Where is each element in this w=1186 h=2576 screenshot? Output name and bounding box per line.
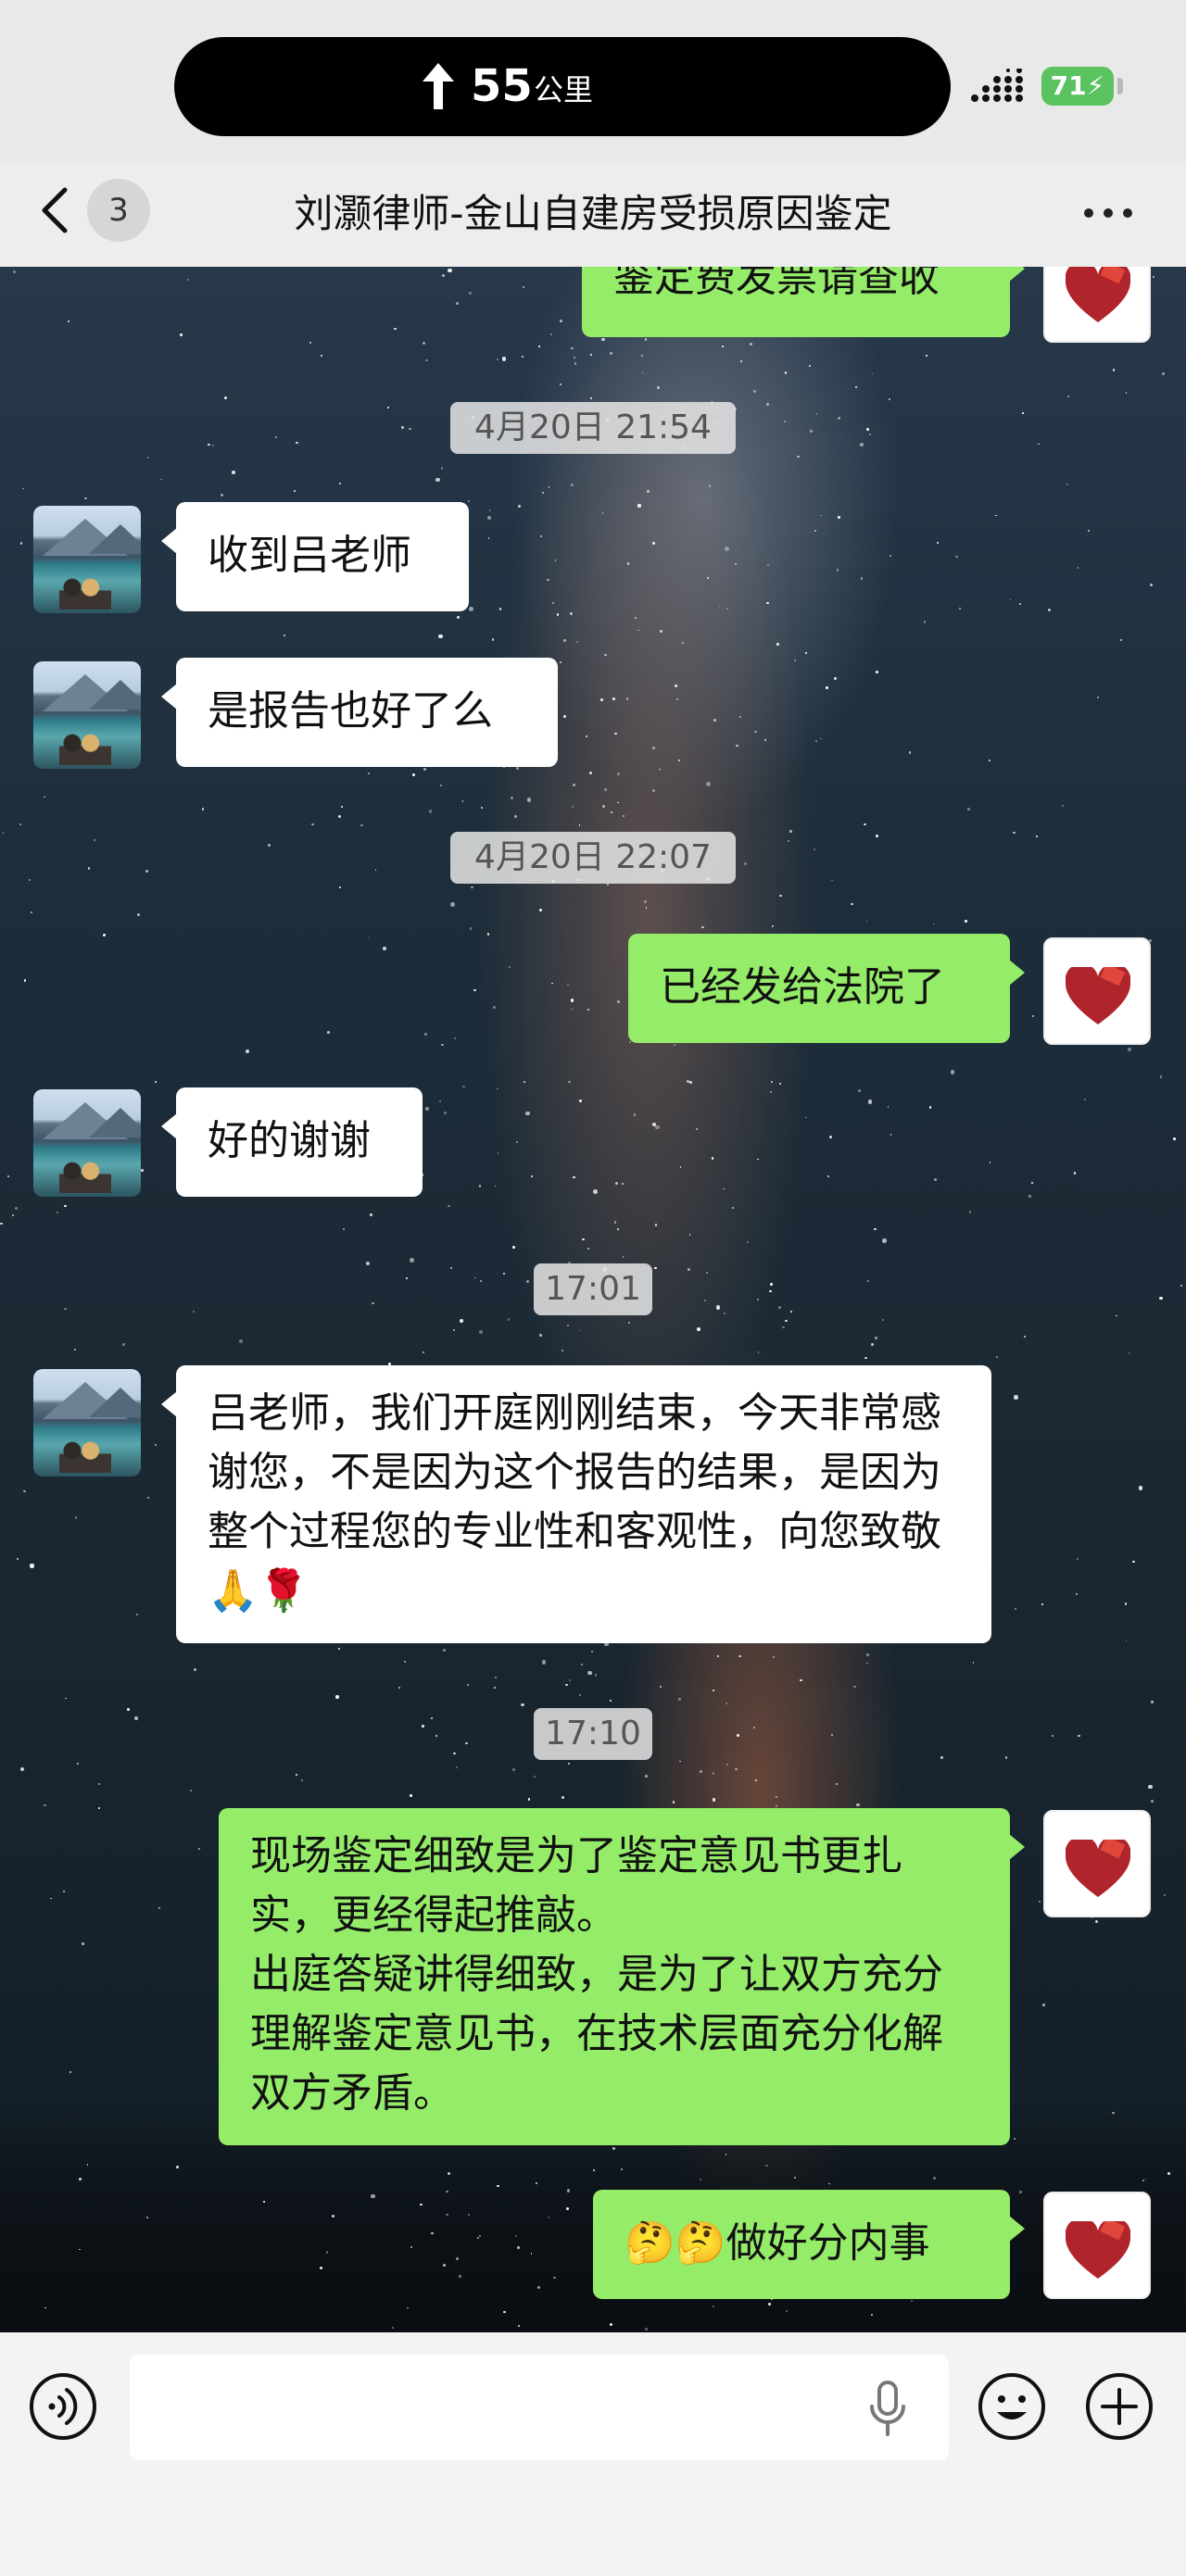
message-bubble-incoming[interactable]: 好的谢谢 [161,1087,423,1197]
message-bubble-incoming[interactable]: 是报告也好了么 [161,658,558,767]
message-text: 现场鉴定细致是为了鉴定意见书更扎实，更经得起推敲。 出庭答疑讲得细致，是为了让双… [250,1832,943,2117]
message-bubble-outgoing[interactable]: 已经发给法院了 [628,934,1025,1043]
avatar[interactable] [1043,267,1151,343]
avatar[interactable] [33,1089,141,1197]
avatar[interactable] [1043,1810,1151,1917]
avatar[interactable] [33,1369,141,1476]
chat-header: 3 刘灏律师-金山自建房受损原因鉴定 [0,162,1186,267]
voice-icon[interactable] [28,2371,98,2442]
avatar[interactable] [33,661,141,769]
status-bar: 55 公里 71⚡ [0,0,1186,162]
more-dots-icon[interactable] [1080,194,1136,231]
message-text: 是报告也好了么 [208,687,493,735]
message-bubble-outgoing[interactable]: 鉴定费发票请查收 [582,267,1025,337]
heart-avatar-icon [1066,1840,1130,1897]
plus-icon[interactable] [1084,2371,1154,2442]
dynamic-island[interactable]: 55 公里 [174,37,951,136]
charging-bolt-icon: ⚡ [1086,70,1105,101]
avatar[interactable] [33,506,141,613]
timestamp: 17:01 [534,1263,652,1315]
avatar[interactable] [1043,2192,1151,2299]
avatar[interactable] [1043,937,1151,1045]
battery-icon: 71⚡ [1041,67,1114,106]
message-bubble-outgoing[interactable]: 🤔🤔做好分内事 [593,2190,1025,2299]
battery-cap [1117,78,1123,94]
timestamp: 4月20日 22:07 [450,832,736,884]
message-input[interactable] [130,2355,949,2460]
navigation-distance: 55 [471,60,533,112]
message-bubble-incoming[interactable]: 收到吕老师 [161,502,469,611]
message-list[interactable]: 鉴定费发票请查收 4月20日 21:54 收到吕老师 是报告也好了么 4月20日… [0,267,1186,2332]
battery-level: 71 [1050,70,1087,101]
message-bubble-incoming[interactable]: 吕老师，我们开庭刚刚结束，今天非常感谢您，不是因为这个报告的结果，是因为整个过程… [161,1365,991,1643]
heart-avatar-icon [1066,2221,1130,2279]
timestamp: 4月20日 21:54 [450,402,736,454]
message-text: 收到吕老师 [208,532,411,579]
input-bar [0,2332,1186,2576]
chat-title: 刘灏律师-金山自建房受损原因鉴定 [294,191,892,236]
message-text: 已经发给法院了 [660,963,945,1011]
unread-count-badge[interactable]: 3 [87,179,150,242]
navigation-unit: 公里 [534,72,594,107]
heart-avatar-icon [1066,267,1130,322]
microphone-icon[interactable] [867,2381,908,2436]
message-text: 🤔🤔做好分内事 [625,2219,930,2267]
chevron-left-icon[interactable] [37,182,74,238]
message-text: 好的谢谢 [208,1117,371,1164]
cellular-signal-icon [971,69,1023,102]
message-bubble-outgoing[interactable]: 现场鉴定细致是为了鉴定意见书更扎实，更经得起推敲。 出庭答疑讲得细致，是为了让双… [219,1808,1025,2145]
heart-avatar-icon [1066,967,1130,1024]
emoji-icon[interactable] [977,2371,1047,2442]
message-text: 吕老师，我们开庭刚刚结束，今天非常感谢您，不是因为这个报告的结果，是因为整个过程… [208,1389,941,1615]
navigation-arrow-icon [423,63,454,109]
message-text: 鉴定费发票请查收 [613,267,940,301]
timestamp: 17:10 [534,1708,652,1760]
